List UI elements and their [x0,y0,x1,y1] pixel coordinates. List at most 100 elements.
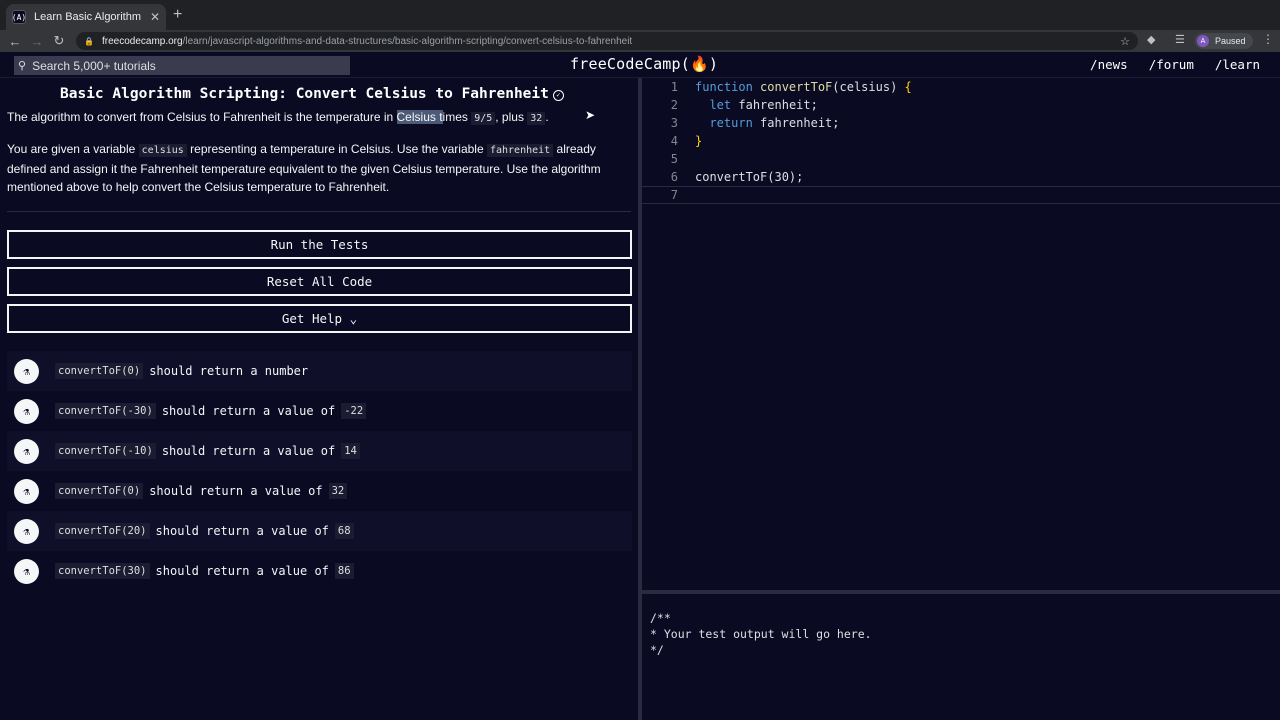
flask-icon: ⚗ [14,558,39,584]
browser-toolbar: ← → ↻ 🔒 freecodecamp.org /learn/javascri… [0,30,1280,52]
tab-title: Learn Basic Algorithm Scriptin [34,11,144,23]
code-text: convertToF(30); [695,170,803,184]
forward-arrow-icon[interactable]: → [26,34,48,49]
inline-code: 32 [527,112,546,125]
test-value: 68 [334,523,354,539]
test-code: convertToF(30) [55,563,150,579]
line-number: 1 [670,80,678,94]
desc-text: , plus [495,110,528,124]
site-header: ⚲ Search 5,000+ tutorials freeCodeCamp(🔥… [0,52,1280,78]
divider [7,211,631,212]
line-number: 2 [670,98,678,112]
completed-check-icon: ✓ [552,90,564,101]
code-line: 3 return fahrenheit; [642,114,1280,132]
run-tests-button[interactable]: Run the Tests [7,230,632,259]
freecodecamp-favicon-icon: (A) [12,10,26,24]
reload-icon[interactable]: ↻ [48,33,70,49]
line-number: 7 [670,188,678,202]
test-item: ⚗ convertToF(30) should return a value o… [7,551,632,591]
test-item: ⚗ convertToF(0) should return a value of… [7,471,632,511]
code-line: 2 let fahrenheit; [642,96,1280,114]
freecodecamp-logo[interactable]: freeCodeCamp(🔥) [570,55,718,73]
nav-link-news[interactable]: /news [1090,57,1128,72]
function-name: convertToF [695,170,768,184]
code-line: 1 function convertToF(celsius) { [642,78,1280,96]
test-code: convertToF(-10) [55,443,156,459]
function-name: convertToF [760,80,833,94]
test-code: convertToF(-30) [55,403,156,419]
test-text: should return a value of [155,564,329,578]
test-value: 86 [334,563,354,579]
keyword: let [709,98,732,112]
desc-text: You are given a variable [7,142,139,156]
mouse-cursor-icon: ➤ [585,108,596,122]
challenge-title: Basic Algorithm Scripting: Convert Celsi… [60,86,564,102]
inline-code: 9/5 [471,112,496,125]
code-text: let fahrenheit; [695,98,818,112]
desc-text: The algorithm to convert from Celsius to… [7,110,397,124]
brace: { [904,80,912,94]
code-rest: (30); [767,170,804,184]
test-text: should return a value of [161,404,336,418]
code-rest: fahrenheit; [731,98,818,112]
nav-link-learn[interactable]: /learn [1215,57,1260,72]
test-output-console: /** * Your test output will go here. */ [642,594,1280,720]
code-editor[interactable]: 1 function convertToF(celsius) { 2 let f… [642,78,1280,590]
test-code: convertToF(0) [55,483,144,499]
test-value: -22 [341,403,367,419]
address-bar[interactable]: 🔒 freecodecamp.org /learn/javascript-alg… [76,32,1138,50]
flask-icon: ⚗ [14,518,39,544]
lock-icon: 🔒 [84,36,94,46]
brace: } [695,134,703,148]
code-line: 5 [642,150,1280,168]
line-number: 4 [670,134,678,148]
reset-code-button[interactable]: Reset All Code [7,267,632,296]
extension-icon[interactable]: ◆ [1147,33,1155,46]
browser-tab-strip: (A) Learn Basic Algorithm Scriptin ✕ + [0,0,1280,30]
test-text: should return a value of [161,444,336,458]
search-input[interactable]: ⚲ Search 5,000+ tutorials [14,56,350,75]
profile-status: Paused [1215,36,1246,46]
desc-text: representing a temperature in Celsius. U… [186,142,487,156]
test-item: ⚗ convertToF(-10) should return a value … [7,431,632,471]
flask-icon: ⚗ [14,358,39,384]
url-path: /learn/javascript-algorithms-and-data-st… [182,35,633,47]
search-placeholder: Search 5,000+ tutorials [32,58,156,73]
test-value: 32 [328,483,348,499]
nav-link-forum[interactable]: /forum [1149,57,1194,72]
test-item: ⚗ convertToF(20) should return a value o… [7,511,632,551]
keyword: function [695,80,753,94]
back-arrow-icon[interactable]: ← [4,34,26,49]
browser-menu-icon[interactable]: ⋮ [1262,32,1274,46]
test-list: ⚗ convertToF(0) should return a number ⚗… [7,351,632,591]
flask-icon: ⚗ [14,398,39,424]
line-number: 5 [670,152,678,166]
description-paragraph-2: You are given a variable celsius represe… [7,140,631,196]
code-rest: fahrenheit; [752,116,840,130]
inline-code: celsius [138,144,187,157]
get-help-button[interactable]: Get Help ⌄ [7,304,632,333]
desc-text: imes [442,110,472,124]
reading-list-icon[interactable]: ☰ [1175,33,1185,46]
code-text: } [695,134,702,148]
line-number: 3 [670,116,678,130]
test-item: ⚗ convertToF(0) should return a number [7,351,632,391]
description-paragraph-1: The algorithm to convert from Celsius to… [7,108,631,128]
close-tab-icon[interactable]: ✕ [150,10,160,24]
instructions-pane: Basic Algorithm Scripting: Convert Celsi… [0,78,638,720]
text-selection: Celsius t [396,110,443,124]
url-host: freecodecamp.org [101,35,183,47]
bookmark-star-icon[interactable]: ☆ [1120,35,1130,48]
code-line: 6 convertToF(30); [642,168,1280,186]
nav-links: /news /forum /learn [1090,57,1260,72]
challenge-title-text: Basic Algorithm Scripting: Convert Celsi… [60,86,549,102]
profile-button[interactable]: A Paused [1195,33,1253,49]
search-icon: ⚲ [18,60,27,72]
browser-tab[interactable]: (A) Learn Basic Algorithm Scriptin ✕ [6,4,166,30]
flask-icon: ⚗ [14,478,39,504]
line-number: 6 [670,170,678,184]
new-tab-plus-icon[interactable]: + [173,6,182,24]
code-text: return fahrenheit; [695,116,840,130]
code-line: 4 } [642,132,1280,150]
test-code: convertToF(20) [55,523,150,539]
